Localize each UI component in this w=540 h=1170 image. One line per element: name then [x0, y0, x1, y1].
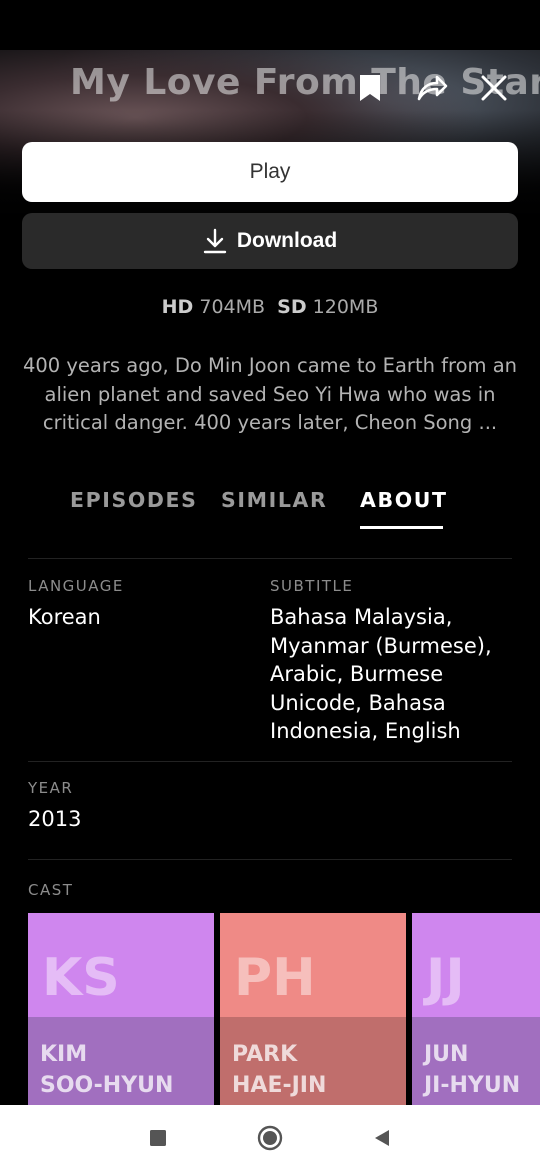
- cast-name-box: JUN JI-HYUN: [412, 1017, 540, 1108]
- download-icon: [203, 228, 227, 254]
- triangle-back-icon: [375, 1130, 389, 1146]
- download-label: Download: [236, 229, 338, 252]
- share-icon: [417, 75, 448, 101]
- cast-label: CAST: [28, 881, 74, 899]
- cast-name: JUN JI-HYUN: [424, 1042, 521, 1098]
- close-icon: [481, 75, 507, 101]
- sd-label: SD: [277, 296, 307, 318]
- share-button[interactable]: [414, 70, 450, 106]
- hd-label: HD: [161, 296, 194, 318]
- sd-size: 120MB: [312, 296, 379, 318]
- download-button[interactable]: Download: [22, 213, 518, 269]
- tab-bar: EPISODES SIMILAR ABOUT: [0, 488, 540, 532]
- cast-initials: JJ: [426, 948, 465, 1008]
- synopsis[interactable]: 400 years ago, Do Min Joon came to Earth…: [22, 352, 518, 438]
- tab-episodes[interactable]: EPISODES: [70, 488, 197, 512]
- subtitle-value: Bahasa Malaysia, Myanmar (Burmese), Arab…: [270, 605, 492, 743]
- file-sizes: HD 704MB SD 120MB: [0, 296, 540, 318]
- language-value: Korean: [28, 605, 101, 629]
- play-label: Play: [249, 160, 291, 183]
- cast-name: KIM SOO-HYUN: [40, 1042, 174, 1098]
- active-tab-indicator: [360, 526, 443, 529]
- divider: [28, 558, 512, 559]
- square-icon: [150, 1130, 166, 1146]
- top-actions: [352, 70, 512, 106]
- divider: [28, 761, 512, 762]
- tab-about[interactable]: ABOUT: [360, 488, 448, 512]
- close-button[interactable]: [476, 70, 512, 106]
- system-nav-bar: [0, 1105, 540, 1170]
- cast-initials: PH: [234, 948, 316, 1008]
- cast-name-box: PARK HAE-JIN: [220, 1017, 406, 1108]
- cast-card[interactable]: JJ JUN JI-HYUN: [412, 913, 540, 1108]
- bookmark-icon: [360, 75, 380, 101]
- subtitle-label: SUBTITLE: [270, 577, 354, 595]
- cast-card[interactable]: KS KIM SOO-HYUN: [28, 913, 214, 1108]
- year-value: 2013: [28, 807, 82, 831]
- tab-similar[interactable]: SIMILAR: [221, 488, 327, 512]
- bookmark-button[interactable]: [352, 70, 388, 106]
- hd-size: 704MB: [199, 296, 266, 318]
- play-button[interactable]: Play: [22, 142, 518, 202]
- cast-name: PARK HAE-JIN: [232, 1042, 327, 1098]
- year-label: YEAR: [28, 779, 74, 797]
- language-label: LANGUAGE: [28, 577, 124, 595]
- cast-name-box: KIM SOO-HYUN: [28, 1017, 214, 1108]
- home-button[interactable]: [256, 1124, 284, 1152]
- circle-icon: [257, 1125, 283, 1151]
- status-bar: [0, 0, 540, 50]
- back-button[interactable]: [368, 1124, 396, 1152]
- cast-card[interactable]: PH PARK HAE-JIN: [220, 913, 406, 1108]
- cast-initials: KS: [42, 948, 120, 1008]
- divider: [28, 859, 512, 860]
- recents-button[interactable]: [144, 1124, 172, 1152]
